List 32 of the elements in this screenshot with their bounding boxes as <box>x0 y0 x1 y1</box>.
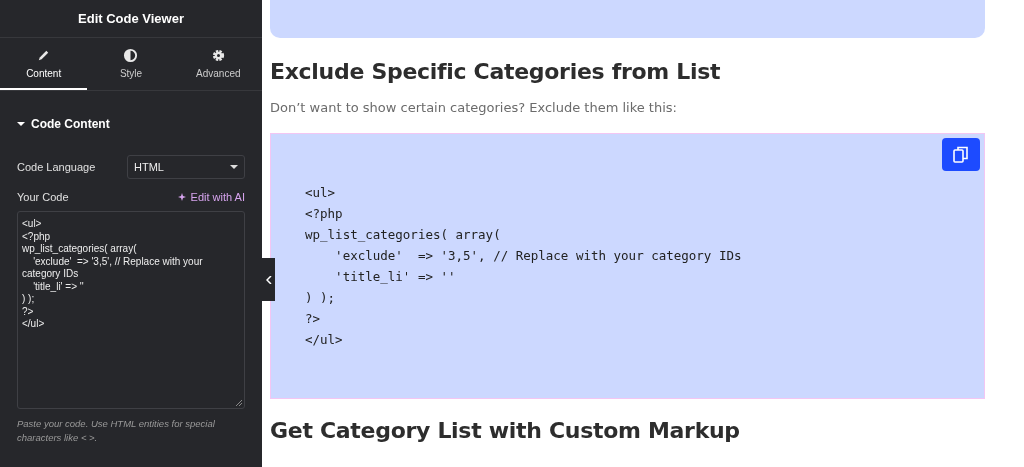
chevron-left-icon <box>265 275 272 284</box>
code-line: <ul> <box>305 184 337 202</box>
code-input-field[interactable]: <ul> <?php wp_list_categories( array( 'exclude' => '3,5', // Replace with your category IDs 'title_li' => '' ) ); ?> </ul> <box>17 211 245 409</box>
caret-icon <box>17 121 25 127</box>
code-line: wp_list_categories( array( <box>305 226 502 244</box>
section-heading: Exclude Specific Categories from List <box>270 58 722 86</box>
caret-icon <box>230 164 238 170</box>
collapse-handle[interactable] <box>262 258 275 301</box>
panel-tab[interactable]: Content <box>0 38 88 90</box>
copy-button[interactable] <box>942 138 980 171</box>
code-line: 'exclude' => '3,5', // Replace with your category IDs <box>334 247 743 265</box>
paragraph: Don’t want to show certain categories? Exclude them like this: <box>270 100 678 115</box>
copy-icon <box>953 145 969 164</box>
panel-tab[interactable]: Style <box>87 38 175 90</box>
field-label: Your Code <box>17 191 69 203</box>
sparkle-icon <box>177 192 188 202</box>
code-line: <?php <box>305 205 344 223</box>
field-label: Code Language <box>17 161 96 173</box>
panel-tab[interactable]: Advanced <box>174 38 262 90</box>
code-line: ) ); <box>305 289 337 307</box>
contrast-icon <box>123 47 139 63</box>
code-line: ?> <box>305 310 322 328</box>
section-heading: Get Category List with Custom Markup <box>270 417 741 445</box>
code-line: 'title_li' => '' <box>334 268 457 286</box>
panel-title: Edit Code Viewer <box>0 0 262 38</box>
settings-icon <box>210 47 226 63</box>
language-dropdown[interactable]: HTML <box>127 155 245 179</box>
edit-with-ai-link[interactable]: Edit with AI <box>177 191 245 203</box>
section-toggle[interactable]: Code Content <box>0 109 262 139</box>
resize-grip-icon[interactable] <box>236 400 242 406</box>
help-text: Paste your code. Use HTML entities for special characters like < >. <box>17 417 216 445</box>
code-line: </ul> <box>305 331 344 349</box>
